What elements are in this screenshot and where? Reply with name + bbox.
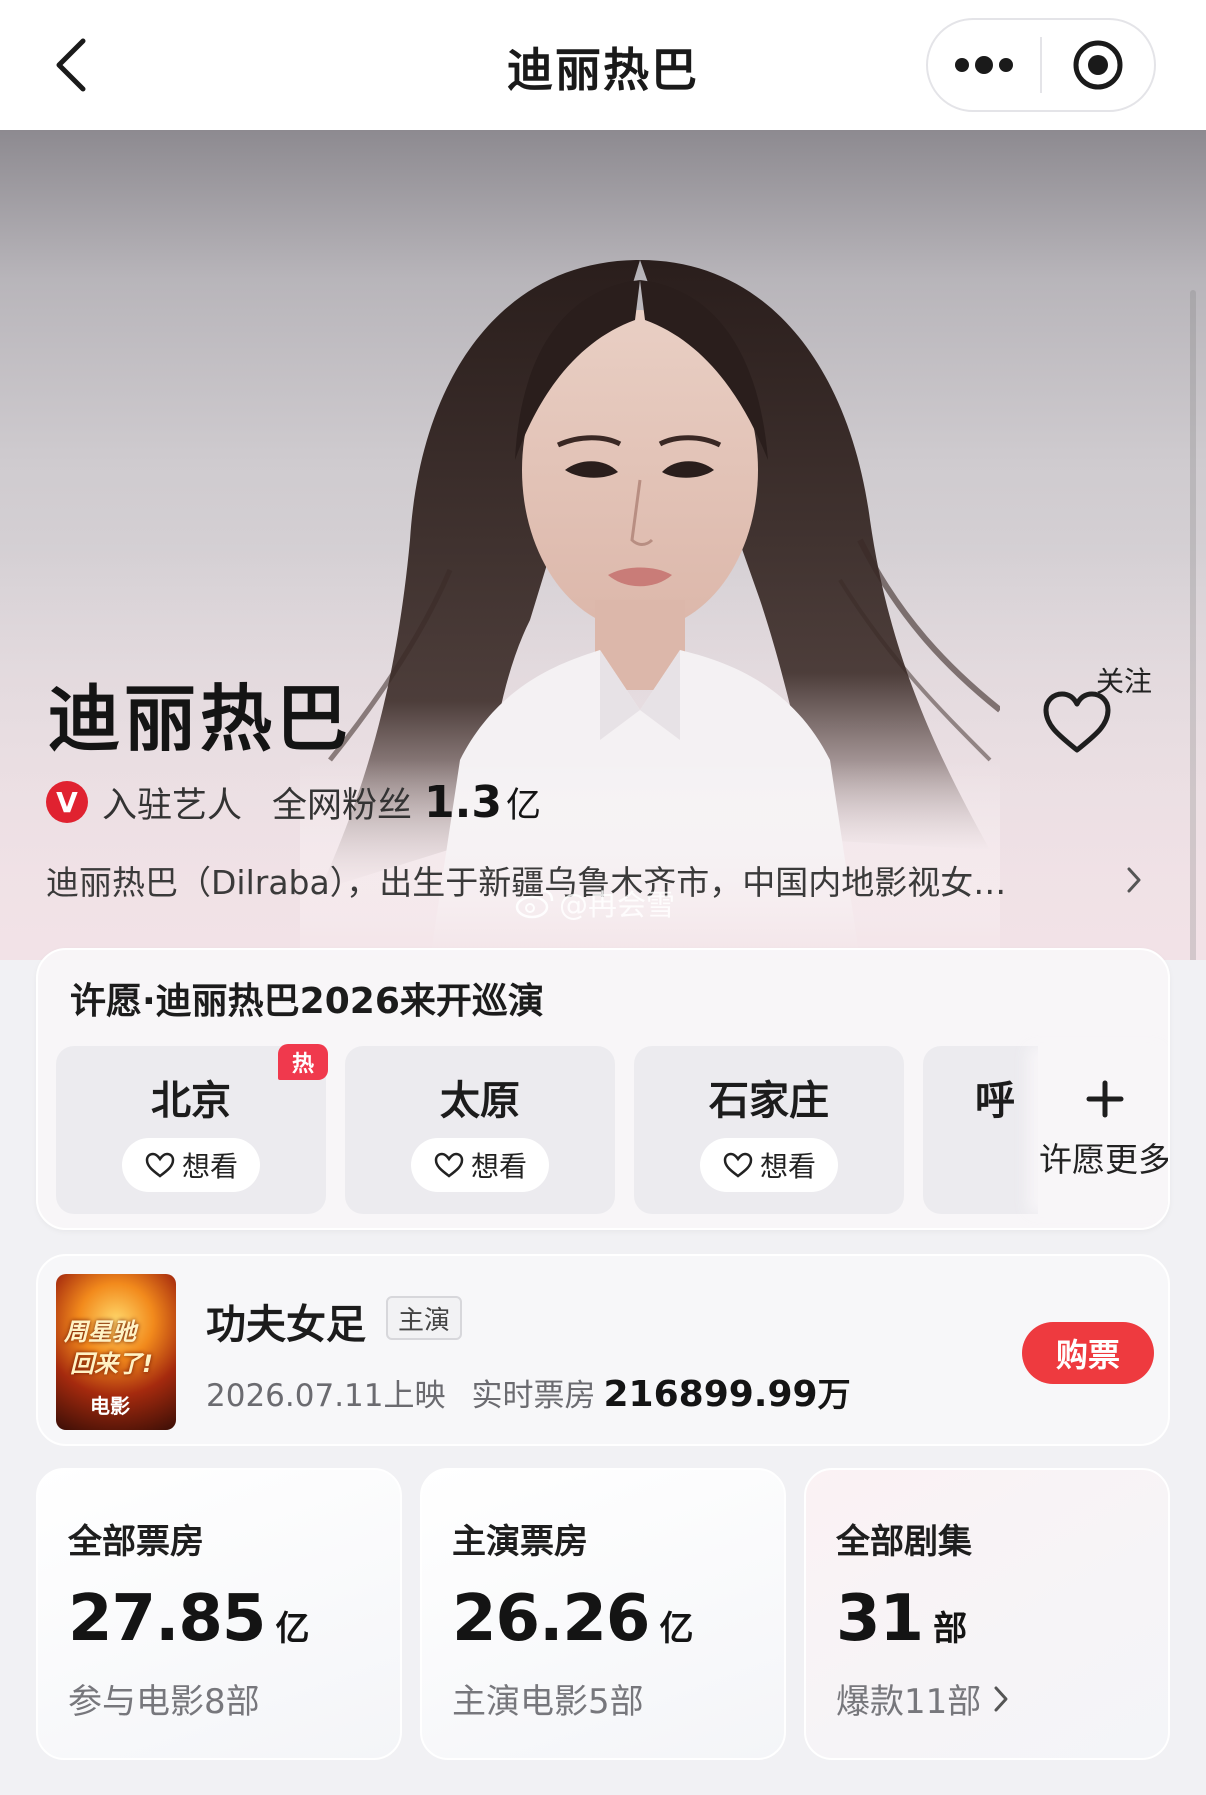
wish-more-label: 许愿更多	[1039, 1140, 1170, 1179]
target-icon	[1073, 40, 1123, 90]
want-button[interactable]: 想看	[700, 1138, 838, 1192]
movie-card[interactable]: 周星驰 回来了! 电影 功夫女足 主演 2026.07.11上映 实时票房 21…	[36, 1254, 1170, 1446]
city-name: 太原	[440, 1078, 520, 1124]
poster-text: 电影	[90, 1394, 130, 1418]
stat-value: 31	[836, 1582, 924, 1656]
heart-icon	[145, 1152, 175, 1178]
more-button[interactable]	[928, 20, 1040, 110]
role-tag: 主演	[386, 1296, 463, 1340]
want-label: 想看	[759, 1150, 816, 1183]
stat-value-row: 31 部	[836, 1582, 967, 1656]
hot-badge: 热	[278, 1044, 328, 1080]
stat-value: 27.85	[68, 1582, 266, 1656]
movie-title: 功夫女足	[206, 1302, 366, 1348]
stat-sub-text: 主演电影5部	[452, 1682, 644, 1722]
follow-button[interactable]: 关注	[1040, 660, 1160, 760]
wish-tour-title: 许愿·迪丽热巴2026来开巡演	[70, 981, 544, 1022]
artist-meta: V 入驻艺人 全网粉丝 1.3 亿	[46, 772, 541, 832]
wish-tour-card: 许愿·迪丽热巴2026来开巡演 北京 想看 热 太原 想看 石家庄 想看 呼 许…	[36, 948, 1170, 1230]
chevron-right-icon	[994, 1686, 1008, 1711]
stat-sub-text: 参与电影8部	[68, 1682, 260, 1722]
stat-value-row: 26.26 亿	[452, 1582, 693, 1656]
want-button[interactable]: 想看	[122, 1138, 260, 1192]
movie-meta: 2026.07.11上映 实时票房 216899.99 万	[206, 1368, 851, 1416]
weibo-watermark: @冉会雪	[515, 882, 675, 924]
stat-sub: 爆款11部	[836, 1674, 1009, 1723]
scrollbar[interactable]	[1190, 290, 1196, 960]
plus-icon	[1086, 1080, 1124, 1118]
poster-text: 周星驰	[64, 1318, 136, 1346]
release-date: 2026.07.11上映	[206, 1378, 446, 1414]
stat-card-lead-box-office[interactable]: 主演票房 26.26 亿 主演电影5部	[420, 1468, 786, 1760]
fans-count: 1.3	[424, 776, 502, 828]
chevron-right-icon	[1127, 867, 1141, 893]
want-button[interactable]: 想看	[411, 1138, 549, 1192]
poster-text: 回来了!	[70, 1350, 153, 1378]
city-list: 北京 想看 热 太原 想看 石家庄 想看 呼	[56, 1044, 1168, 1214]
stat-sub: 参与电影8部	[68, 1674, 260, 1723]
box-office-label: 实时票房	[471, 1378, 596, 1414]
follow-label: 关注	[1096, 665, 1153, 698]
stat-sub: 主演电影5部	[452, 1674, 644, 1723]
nav-bar: 迪丽热巴	[0, 0, 1206, 130]
city-item-beijing[interactable]: 北京 想看 热	[56, 1044, 328, 1214]
stat-unit: 部	[933, 1609, 968, 1649]
close-mini-program-button[interactable]	[1042, 20, 1154, 110]
stat-label: 全部剧集	[836, 1522, 972, 1562]
movie-poster[interactable]: 周星驰 回来了! 电影	[56, 1274, 176, 1430]
verified-label: 入驻艺人	[102, 785, 243, 826]
fans-label: 全网粉丝	[272, 785, 413, 826]
fans-unit: 亿	[505, 785, 541, 826]
stat-label: 全部票房	[68, 1522, 204, 1562]
artist-hero: 迪丽热巴 关注 V 入驻艺人 全网粉丝 1.3 亿 迪丽热巴（Dilraba），…	[0, 130, 1206, 960]
stat-unit: 亿	[275, 1609, 310, 1649]
stat-value-row: 27.85 亿	[68, 1582, 309, 1656]
heart-icon	[723, 1152, 753, 1178]
want-label: 想看	[470, 1150, 527, 1183]
city-item-taiyuan[interactable]: 太原 想看	[345, 1046, 615, 1214]
watermark-text: @冉会雪	[559, 888, 676, 922]
stat-card-total-box-office[interactable]: 全部票房 27.85 亿 参与电影8部	[36, 1468, 402, 1760]
city-item-shijiazhuang[interactable]: 石家庄 想看	[634, 1046, 904, 1214]
weibo-icon	[515, 889, 554, 919]
stat-sub-text: 爆款11部	[836, 1682, 982, 1722]
stat-value: 26.26	[452, 1582, 650, 1656]
verified-icon: V	[46, 781, 88, 823]
want-label: 想看	[181, 1150, 238, 1183]
stats-row: 全部票房 27.85 亿 参与电影8部 主演票房 26.26 亿 主演电影5部 …	[36, 1468, 1170, 1760]
wish-more-button[interactable]: 许愿更多	[1038, 1046, 1170, 1214]
mini-program-capsule	[926, 18, 1156, 112]
more-dots-icon	[955, 56, 1013, 74]
artist-name: 迪丽热巴	[48, 677, 353, 761]
box-office-unit: 万	[817, 1375, 851, 1414]
stat-unit: 亿	[659, 1609, 694, 1649]
box-office-value: 216899.99	[603, 1374, 818, 1415]
heart-icon	[434, 1152, 464, 1178]
city-name: 石家庄	[709, 1078, 829, 1124]
stat-card-all-series[interactable]: 全部剧集 31 部 爆款11部	[804, 1468, 1170, 1760]
buy-ticket-button[interactable]: 购票	[1022, 1322, 1154, 1384]
stat-label: 主演票房	[452, 1522, 588, 1562]
